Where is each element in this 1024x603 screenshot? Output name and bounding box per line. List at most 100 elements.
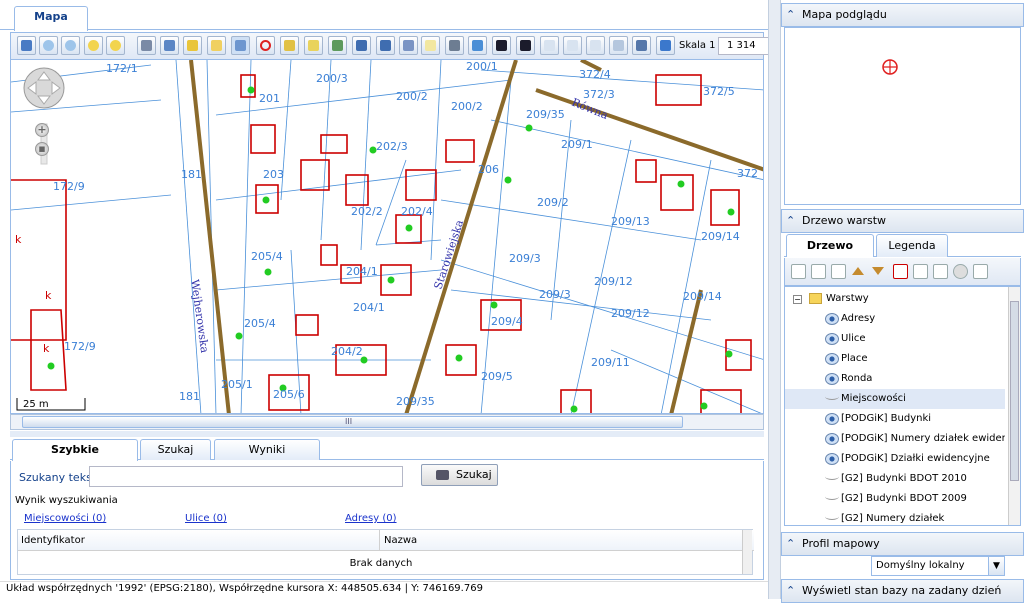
parcel-label: 172/9 <box>53 180 85 193</box>
edit-layer-icon[interactable] <box>328 36 347 55</box>
camera-icon[interactable] <box>492 36 511 55</box>
add-layer-icon[interactable] <box>811 264 826 279</box>
map-canvas[interactable]: 172/1 200/3 200/1 372/4 372/3 372/5 201 200/2 20… <box>10 59 764 414</box>
history-header[interactable]: ⌃ Wyświetl stan bazy na zadany dzień <box>781 579 1024 603</box>
document-icon[interactable] <box>540 36 559 55</box>
layer-item[interactable]: Ulice <box>785 329 1005 349</box>
closed-eye-icon[interactable] <box>825 393 839 400</box>
eye-icon[interactable] <box>825 313 839 325</box>
checkbox-checked-icon[interactable] <box>893 264 908 279</box>
layer-item[interactable]: [G2] Budynki BDOT 2009 <box>785 489 1005 509</box>
layer-item[interactable]: [PODGiK] Numery działek ewidency <box>785 429 1005 449</box>
eye-icon[interactable] <box>825 373 839 385</box>
layer-info-icon[interactable] <box>160 36 179 55</box>
vertical-splitter[interactable] <box>768 0 781 599</box>
export-icon[interactable] <box>352 36 371 55</box>
closed-eye-icon[interactable] <box>825 493 839 500</box>
layer-item[interactable]: Place <box>785 349 1005 369</box>
move-up-icon[interactable] <box>851 264 866 279</box>
search-input[interactable] <box>89 466 403 487</box>
help-icon[interactable] <box>656 36 675 55</box>
draw-icon[interactable] <box>280 36 299 55</box>
layer-item[interactable]: Adresy <box>785 309 1005 329</box>
profile-header[interactable]: ⌃ Profil mapowy <box>781 532 1024 556</box>
eye-icon[interactable] <box>825 333 839 345</box>
pan-icon[interactable] <box>17 36 36 55</box>
column-header-identifier[interactable]: Identyfikator <box>21 535 85 546</box>
remove-icon[interactable] <box>953 264 968 279</box>
tab-search-results[interactable]: Wyniki wyszukiwania <box>214 439 320 475</box>
camera-alt-icon[interactable] <box>516 36 535 55</box>
layer-tree-header[interactable]: ⌃ Drzewo warstw <box>781 209 1024 233</box>
layer-item[interactable]: [PODGiK] Budynki <box>785 409 1005 429</box>
layer-item[interactable]: [G2] Budynki BDOT 2010 <box>785 469 1005 489</box>
edit-icon[interactable] <box>973 264 988 279</box>
scrollbar-thumb[interactable]: III <box>22 416 683 428</box>
search-button[interactable]: Szukaj <box>421 464 498 486</box>
eye-icon[interactable] <box>825 453 839 465</box>
profile-select[interactable]: Domyślny lokalny ▼ <box>871 556 1005 576</box>
checkbox-empty-icon[interactable] <box>913 264 928 279</box>
parcel-label: 209/12 <box>611 307 650 320</box>
collapse-toggle-icon[interactable]: − <box>793 295 802 304</box>
move-down-icon[interactable] <box>871 264 886 279</box>
eye-icon[interactable] <box>825 433 839 445</box>
zoom-in-icon[interactable] <box>39 36 58 55</box>
layer-item[interactable]: Ronda <box>785 369 1005 389</box>
preview-header[interactable]: ⌃ Mapa podglądu <box>781 3 1024 27</box>
closed-eye-icon[interactable] <box>825 513 839 520</box>
zoom-slider-handle[interactable]: ▪ <box>35 142 49 156</box>
link-localities[interactable]: Miejscowości (0) <box>24 513 106 524</box>
target-icon[interactable] <box>256 36 275 55</box>
parcel-label: 209/11 <box>591 356 630 369</box>
grid-scrollbar[interactable] <box>742 530 752 574</box>
chevron-down-icon[interactable]: ▼ <box>988 557 1004 575</box>
tab-search[interactable]: Szukaj <box>140 439 211 460</box>
zoom-extent-icon[interactable] <box>106 36 125 55</box>
refresh-icon[interactable] <box>831 264 846 279</box>
scale-field[interactable]: 1 314 <box>718 37 774 55</box>
gear-icon[interactable] <box>933 264 948 279</box>
measure-icon[interactable] <box>137 36 156 55</box>
pencil-icon[interactable] <box>183 36 202 55</box>
flask-icon[interactable] <box>468 36 487 55</box>
layer-item[interactable]: Miejscowości <box>785 389 1005 409</box>
tab-layer-tree[interactable]: Drzewo warstw <box>786 234 874 273</box>
layer-tree-scrollbar[interactable] <box>1008 287 1020 525</box>
info-tool-icon[interactable] <box>231 36 250 55</box>
chart-icon[interactable] <box>376 36 395 55</box>
layer-item[interactable]: [G2] Numery działek <box>785 509 1005 525</box>
overview-map[interactable] <box>784 27 1021 205</box>
closed-eye-icon[interactable] <box>825 473 839 480</box>
eye-icon[interactable] <box>825 413 839 425</box>
layer-label: Place <box>841 353 868 364</box>
tab-quick-search[interactable]: Szybkie wyszukiwanie <box>12 439 138 475</box>
print-icon[interactable] <box>445 36 464 55</box>
zoom-out-icon[interactable] <box>61 36 80 55</box>
scrollbar-thumb[interactable] <box>1010 301 1019 481</box>
download-icon[interactable] <box>399 36 418 55</box>
polygon-icon[interactable] <box>304 36 323 55</box>
tab-map[interactable]: Mapa <box>14 6 88 31</box>
eye-icon[interactable] <box>825 353 839 365</box>
collapse-icon[interactable] <box>791 264 806 279</box>
pdf-icon[interactable] <box>563 36 582 55</box>
zoom-window-icon[interactable] <box>84 36 103 55</box>
tree-root[interactable]: − Warstwy <box>785 289 1005 309</box>
parcel-lines <box>11 60 763 413</box>
book-icon[interactable] <box>632 36 651 55</box>
map-horizontal-scrollbar[interactable]: III <box>10 414 764 430</box>
link-addresses[interactable]: Adresy (0) <box>345 513 397 524</box>
tab-legend[interactable]: Legenda <box>876 234 948 257</box>
layer-label: [G2] Budynki BDOT 2009 <box>841 493 967 504</box>
column-header-name[interactable]: Nazwa <box>384 535 417 546</box>
link-streets[interactable]: Ulice (0) <box>185 513 227 524</box>
document-edit-icon[interactable] <box>586 36 605 55</box>
parcel-label: 200/2 <box>451 100 483 113</box>
table-icon[interactable] <box>609 36 628 55</box>
zoom-in-button[interactable]: + <box>35 123 49 137</box>
layer-item[interactable]: [PODGiK] Działki ewidencyjne <box>785 449 1005 469</box>
select-icon[interactable] <box>207 36 226 55</box>
note-icon[interactable] <box>421 36 440 55</box>
parcel-label: 205/4 <box>251 250 283 263</box>
